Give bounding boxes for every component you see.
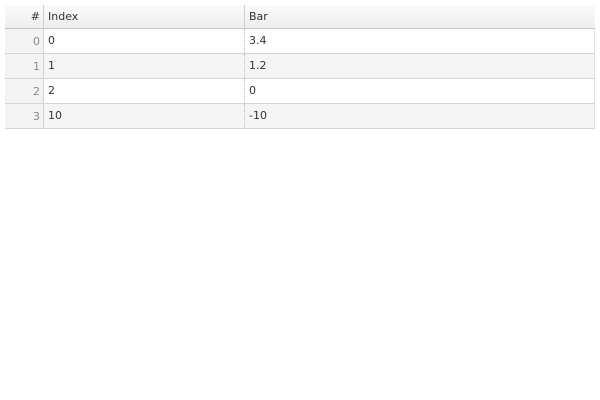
cell-bar[interactable]: -10 [245,104,595,128]
cell-bar[interactable]: 3.4 [245,29,595,53]
row-number[interactable]: 1 [5,54,44,78]
row-number[interactable]: 0 [5,29,44,53]
cell-index[interactable]: 2 [44,79,245,103]
row-number[interactable]: 3 [5,104,44,128]
grid-header-row: # Index Bar [5,5,595,29]
header-bar[interactable]: Bar [245,5,595,28]
data-grid: # Index Bar 0 0 3.4 1 1 1.2 2 2 0 3 10 -… [5,5,595,129]
cell-index[interactable]: 10 [44,104,245,128]
header-row-number[interactable]: # [5,5,44,28]
cell-bar[interactable]: 0 [245,79,595,103]
header-index[interactable]: Index [44,5,245,28]
table-row[interactable]: 0 0 3.4 [5,29,595,54]
cell-index[interactable]: 0 [44,29,245,53]
cell-index[interactable]: 1 [44,54,245,78]
cell-bar[interactable]: 1.2 [245,54,595,78]
table-row[interactable]: 3 10 -10 [5,104,595,129]
table-row[interactable]: 2 2 0 [5,79,595,104]
row-number[interactable]: 2 [5,79,44,103]
table-row[interactable]: 1 1 1.2 [5,54,595,79]
